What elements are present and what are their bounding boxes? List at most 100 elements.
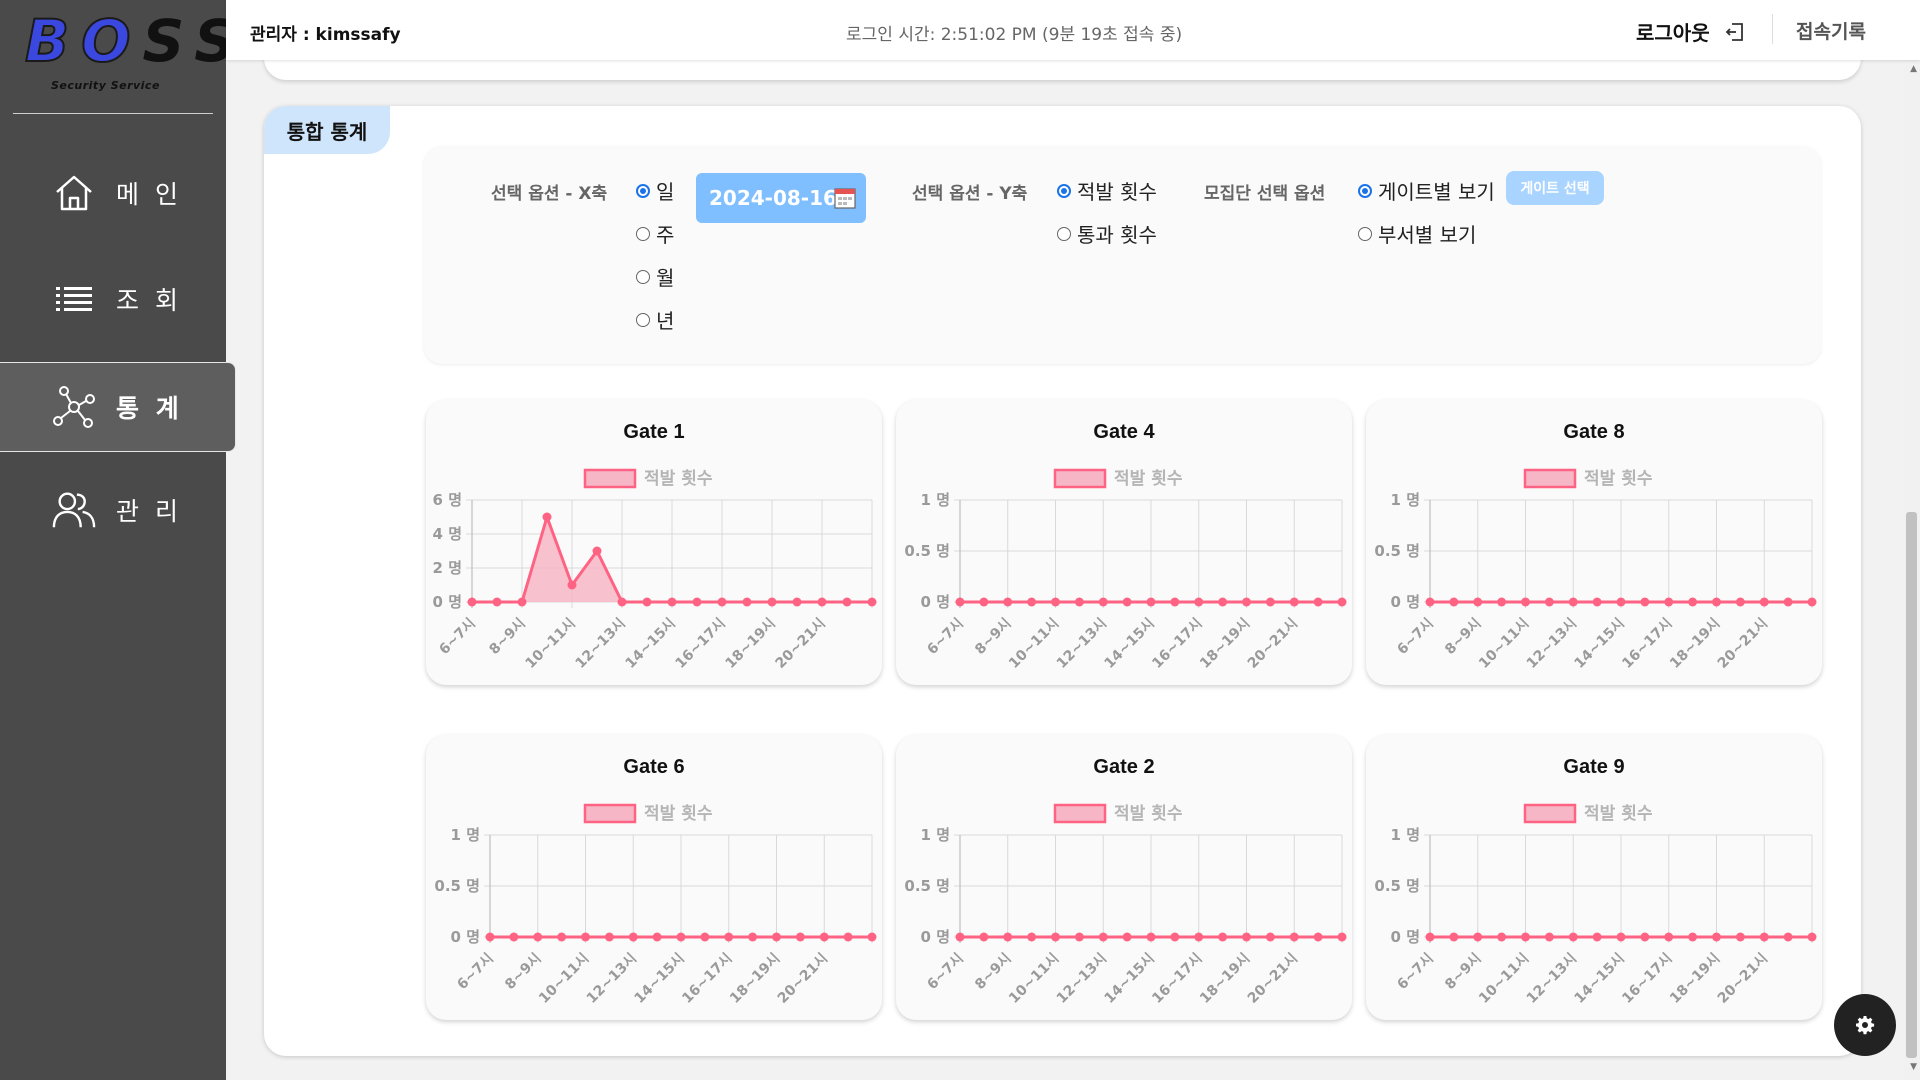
legend-label: 적발 횟수	[1584, 469, 1653, 489]
x-tick-label: 12~13시	[1054, 951, 1110, 1007]
legend-swatch	[1523, 468, 1577, 489]
data-point	[772, 932, 781, 942]
options-box: 선택 옵션 - X축 일 주 월 년 2024-08-16 선택 옵션 - Y축…	[424, 146, 1821, 364]
x-axis-option-label: 선택 옵션 - X축	[491, 184, 608, 204]
data-point	[1337, 597, 1347, 607]
y-tick-label: 1 명	[921, 826, 950, 844]
legend-label: 적발 횟수	[644, 469, 713, 489]
chart-card: Gate 1 적발 횟수 0 명 2 명 4 명 6 명 6~7시 8~9시 10~11시 12~…	[426, 400, 882, 685]
sidebar-item-search[interactable]: 조 회	[0, 254, 226, 344]
sidebar-item-manage[interactable]: 관 리	[0, 465, 226, 555]
data-point	[1544, 932, 1554, 942]
access-log-link[interactable]: 접속기록	[1796, 17, 1866, 44]
data-point	[842, 597, 852, 607]
data-point	[1265, 932, 1275, 942]
x-tick-label: 10~11시	[1006, 616, 1062, 672]
sidebar-item-main[interactable]: 메 인	[0, 148, 226, 238]
x-tick-label: 14~15시	[632, 951, 688, 1007]
y-tick-label: 2 명	[433, 559, 462, 577]
y-tick-label: 1 명	[1391, 826, 1420, 844]
x-tick-label: 14~15시	[1572, 616, 1628, 672]
data-point	[1003, 597, 1013, 607]
group-option-label: 모집단 선택 옵션	[1204, 184, 1326, 204]
x-option-year[interactable]: 년	[636, 305, 674, 334]
data-point	[1449, 597, 1459, 607]
data-point	[1170, 932, 1180, 942]
x-tick-label: 18~19시	[1197, 951, 1253, 1007]
scroll-up-arrow-icon[interactable]: ▲	[1910, 64, 1917, 74]
scrollbar-thumb[interactable]	[1906, 512, 1917, 1058]
x-tick-label: 8~9시	[972, 951, 1014, 993]
y-option-passes[interactable]: 통과 횟수	[1057, 219, 1157, 248]
data-point	[667, 597, 677, 607]
group-option-gate[interactable]: 게이트별 보기	[1358, 176, 1495, 205]
data-point	[1497, 597, 1507, 607]
data-point	[1146, 597, 1156, 607]
radio-icon	[636, 269, 650, 284]
gate-select-button[interactable]: 게이트 선택	[1506, 171, 1604, 205]
data-point	[1027, 932, 1037, 942]
radio-icon	[1358, 226, 1372, 241]
data-point	[1735, 597, 1745, 607]
data-point	[979, 932, 989, 942]
sidebar-item-statistics[interactable]: 통 계	[0, 362, 236, 452]
data-point	[467, 597, 477, 607]
x-option-month[interactable]: 월	[636, 262, 674, 291]
chart-card: Gate 8 적발 횟수 0 명 0.5 명 1 명 6~7시 8~9시 10~11시 12~1…	[1366, 400, 1822, 685]
data-point	[1098, 597, 1108, 607]
scroll-down-arrow-icon[interactable]: ▼	[1910, 1062, 1917, 1072]
x-tick-label: 12~13시	[1054, 616, 1110, 672]
data-point	[1003, 932, 1013, 942]
x-tick-label: 10~11시	[523, 616, 579, 672]
x-tick-label: 18~19시	[1667, 951, 1723, 1007]
gate-chart: Gate 2 적발 횟수 0 명 0.5 명 1 명 6~7시 8~9시10~11시12~1…	[904, 756, 1347, 1007]
sidebar-item-label: 관 리	[116, 497, 182, 526]
chart-card: Gate 2 적발 횟수 0 명 0.5 명 1 명 6~7시 8~9시 10~11시 12~1…	[896, 735, 1352, 1020]
data-point	[1265, 597, 1275, 607]
calendar-icon	[834, 188, 856, 209]
data-point	[557, 932, 567, 942]
y-tick-label: 0 명	[433, 593, 462, 611]
x-tick-label: 8~9시	[972, 616, 1014, 658]
x-tick-label: 10~11시	[1006, 951, 1062, 1007]
panel-title: 통합 통계	[264, 106, 390, 154]
data-point	[1759, 597, 1769, 607]
gear-icon	[1856, 1016, 1875, 1035]
data-point	[955, 932, 965, 942]
sidebar-item-label: 통 계	[116, 394, 183, 423]
x-tick-label: 16~17시	[673, 616, 729, 672]
logo[interactable]: BOSS Security Service	[13, 0, 236, 114]
group-option-department[interactable]: 부서별 보기	[1358, 219, 1476, 248]
date-picker-button[interactable]: 2024-08-16	[696, 173, 866, 223]
radio-icon	[1358, 183, 1372, 198]
data-point	[1313, 932, 1323, 942]
data-point	[1313, 597, 1323, 607]
radio-icon	[636, 226, 650, 241]
data-point	[1051, 597, 1060, 607]
y-option-detections[interactable]: 적발 횟수	[1057, 176, 1157, 205]
data-point	[1664, 597, 1674, 607]
data-point	[1218, 597, 1228, 607]
chart-title: Gate 2	[1093, 756, 1154, 778]
x-tick-label: 20~21시	[775, 951, 831, 1007]
x-option-week[interactable]: 주	[636, 219, 674, 248]
gate-chart: Gate 4 적발 횟수 0 명 0.5 명 1 명 6~7시 8~9시10~11시12~1…	[904, 421, 1347, 672]
data-point	[642, 597, 652, 607]
data-point	[628, 932, 638, 942]
data-point	[509, 932, 519, 942]
data-point	[1592, 597, 1602, 607]
date-value: 2024-08-16	[709, 186, 837, 210]
data-point	[1735, 932, 1745, 942]
logout-button[interactable]: 로그아웃	[1636, 17, 1746, 46]
list-icon	[52, 277, 96, 321]
gate-chart: Gate 1 적발 횟수 0 명 2 명 4 명 6 명 6~7시 8~9시10~11시12~…	[433, 421, 877, 672]
data-point	[1521, 597, 1530, 607]
data-point	[1122, 932, 1132, 942]
y-tick-label: 1 명	[1391, 491, 1420, 509]
x-tick-label: 6~7시	[1394, 616, 1436, 658]
settings-button[interactable]	[1834, 994, 1896, 1056]
data-point	[1544, 597, 1554, 607]
data-point	[581, 932, 590, 942]
data-point	[542, 512, 552, 522]
x-option-day[interactable]: 일	[636, 176, 674, 205]
